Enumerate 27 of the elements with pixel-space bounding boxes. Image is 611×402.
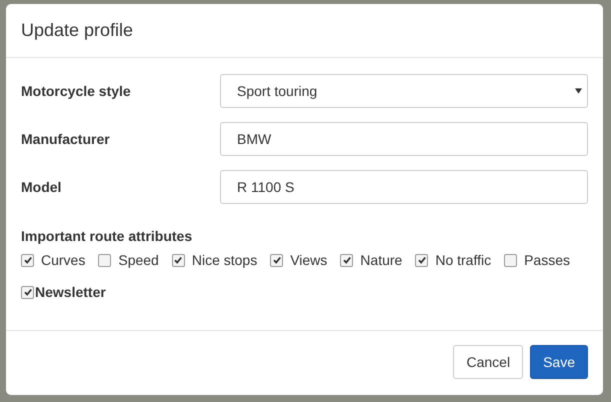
- text-input-field[interactable]: BMW: [220, 122, 588, 156]
- checkbox[interactable]: [415, 254, 428, 266]
- cancel-button[interactable]: Cancel: [453, 345, 524, 379]
- checkbox[interactable]: [340, 254, 354, 266]
- field-label: Manufacturer: [21, 131, 111, 147]
- checkbox[interactable]: [21, 286, 34, 298]
- checkbox[interactable]: [21, 254, 34, 266]
- checkbox[interactable]: [504, 254, 518, 266]
- style-select[interactable]: Sport touring: [220, 74, 588, 108]
- checkbox-label: No traffic: [435, 252, 492, 268]
- checkbox-label: Newsletter: [35, 284, 106, 300]
- checkbox[interactable]: [98, 254, 112, 266]
- checkbox-label: Speed: [118, 252, 159, 268]
- save-button[interactable]: Save: [530, 345, 588, 379]
- checkbox-label: Nice stops: [192, 252, 258, 268]
- checkbox[interactable]: [270, 254, 284, 266]
- dialog-title: Update profile: [21, 20, 134, 41]
- checkbox-label: Passes: [524, 252, 570, 268]
- caret-icon: [575, 88, 582, 94]
- text-input-field[interactable]: R 1100 S: [220, 170, 588, 204]
- checkbox-label: Curves: [41, 252, 86, 268]
- field-label: Model: [21, 179, 62, 195]
- checkbox[interactable]: [172, 254, 185, 266]
- checkbox-label: Nature: [360, 252, 402, 268]
- field-label: Motorcycle style: [21, 83, 132, 99]
- section-label: Important route attributes: [21, 228, 192, 244]
- checkbox-label: Views: [290, 252, 328, 268]
